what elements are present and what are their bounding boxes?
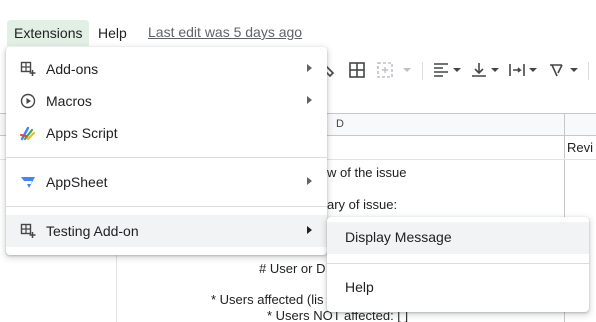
menu-bar: Extensions Help Last edit was 5 days ago xyxy=(0,0,596,46)
menu-item-testing-add-on[interactable]: Testing Add-on xyxy=(6,215,327,247)
testing-add-on-submenu: Display Message Help xyxy=(327,217,589,312)
horizontal-align-icon[interactable] xyxy=(432,60,464,80)
borders-icon[interactable] xyxy=(348,60,366,80)
menu-item-label: Testing Add-on xyxy=(46,223,139,239)
merge-cells-icon[interactable] xyxy=(376,60,412,80)
chevron-right-icon xyxy=(307,226,312,234)
cell-text: w of the issue xyxy=(327,165,407,180)
submenu-item-help[interactable]: Help xyxy=(327,272,589,304)
submenu-item-label: Display Message xyxy=(345,229,452,245)
menu-item-label: Macros xyxy=(46,93,92,109)
menu-divider xyxy=(6,206,327,207)
menu-item-label: Add-ons xyxy=(46,61,99,77)
add-ons-icon xyxy=(20,61,36,77)
menu-item-apps-script[interactable]: Apps Script xyxy=(6,117,327,149)
vertical-align-icon[interactable] xyxy=(470,60,502,80)
text-rotation-icon[interactable] xyxy=(548,60,582,80)
macros-icon xyxy=(20,93,36,109)
spreadsheet-window: Extensions Help Last edit was 5 days ago xyxy=(0,0,596,322)
cell-next-column-header[interactable]: Revi xyxy=(567,140,593,155)
menu-divider xyxy=(6,157,327,158)
cell-text: # User or D xyxy=(259,261,326,276)
menu-help[interactable]: Help xyxy=(91,20,134,46)
last-edit-link[interactable]: Last edit was 5 days ago xyxy=(148,22,302,42)
menu-item-appsheet[interactable]: AppSheet xyxy=(6,166,327,198)
menu-item-add-ons[interactable]: Add-ons xyxy=(6,53,327,85)
appsheet-icon xyxy=(20,174,36,190)
extensions-menu: Add-ons Macros Apps Script AppSheet Test… xyxy=(6,47,327,255)
cell-text: ary of issue: xyxy=(327,197,398,212)
cell-text: * Users affected (lis xyxy=(211,292,324,307)
text-wrap-icon[interactable] xyxy=(508,60,540,80)
submenu-item-label: Help xyxy=(345,279,374,295)
apps-script-icon xyxy=(20,125,36,141)
menu-item-label: Apps Script xyxy=(46,125,118,141)
toolbar xyxy=(318,52,596,88)
menu-divider xyxy=(327,263,589,264)
chevron-right-icon xyxy=(307,96,312,104)
add-on-icon xyxy=(20,223,36,239)
submenu-item-display-message[interactable]: Display Message xyxy=(327,222,589,254)
menu-extensions[interactable]: Extensions xyxy=(7,20,90,46)
menu-item-macros[interactable]: Macros xyxy=(6,85,327,117)
menu-item-label: AppSheet xyxy=(46,174,108,190)
chevron-right-icon xyxy=(307,64,312,72)
chevron-right-icon xyxy=(307,177,312,185)
